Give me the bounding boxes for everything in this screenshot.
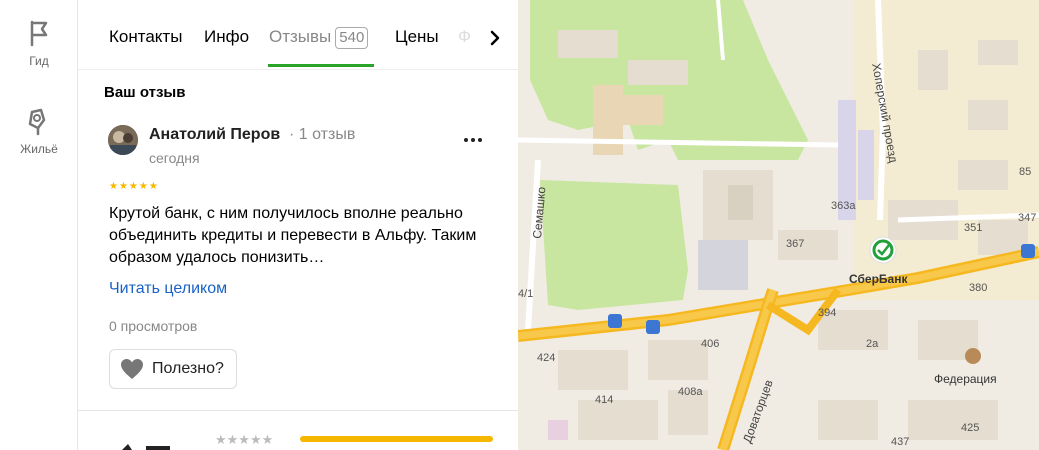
- flag-icon: [30, 20, 48, 47]
- chevron-right-icon: [490, 30, 500, 46]
- tab-contacts[interactable]: Контакты: [109, 27, 182, 47]
- more-options-button[interactable]: [460, 130, 486, 150]
- tab-bar: Контакты Инфо Отзывы 540 Цены Ф: [78, 0, 518, 70]
- tab-info[interactable]: Инфо: [204, 27, 249, 47]
- poi-sberbank[interactable]: СберБанк: [849, 272, 907, 286]
- rail-housing[interactable]: Жильё: [0, 106, 78, 156]
- rail-guide[interactable]: Гид: [0, 18, 78, 68]
- author-reviews-count: · 1 отзыв: [289, 126, 356, 143]
- house-number: 437: [891, 436, 910, 448]
- tab-reviews[interactable]: Отзывы 540: [269, 27, 369, 49]
- rating-row-stars: ★★★★★: [215, 432, 274, 447]
- review-author[interactable]: Анатолий Перов: [149, 126, 280, 144]
- house-number: 406: [701, 338, 720, 350]
- org-panel: Контакты Инфо Отзывы 540 Цены Ф Ваш отзыв…: [78, 0, 518, 450]
- map[interactable]: Хоперский проезд Семашко Доваторцев 85 3…: [518, 0, 1039, 450]
- tab-faded[interactable]: Ф: [458, 27, 471, 47]
- section-divider: [78, 410, 518, 411]
- house-number: 367: [786, 238, 805, 250]
- house-number: 363a: [831, 200, 856, 212]
- house-number: 414: [595, 394, 614, 406]
- tabs-next-button[interactable]: [482, 25, 508, 51]
- your-review-title: Ваш отзыв: [104, 84, 186, 101]
- house-number: 424: [537, 352, 556, 364]
- tab-prices[interactable]: Цены: [395, 27, 439, 47]
- active-tab-indicator: [268, 64, 374, 67]
- house-number: 351: [964, 222, 983, 234]
- avatar-image: [108, 125, 138, 155]
- review-text: Крутой банк, с ним получилось вполне реа…: [109, 205, 477, 266]
- house-key-icon: [28, 108, 46, 136]
- house-number: 85: [1019, 166, 1032, 178]
- helpful-button[interactable]: Полезно?: [109, 349, 237, 389]
- avatar[interactable]: [108, 125, 138, 155]
- read-more-link[interactable]: Читать целиком: [109, 280, 227, 298]
- house-number: 408a: [678, 386, 703, 398]
- rail-housing-label: Жильё: [20, 142, 58, 156]
- house-number: 2a: [866, 338, 879, 350]
- rail-guide-label: Гид: [29, 54, 49, 68]
- house-number: 394: [818, 307, 837, 319]
- heart-icon: [121, 359, 143, 379]
- rating-distribution-bar: [300, 436, 493, 442]
- house-number: 347: [1018, 212, 1037, 224]
- house-number: 4/1: [518, 288, 534, 300]
- house-number: 380: [969, 282, 988, 294]
- views-count: 0 просмотров: [109, 318, 198, 334]
- poi-federation[interactable]: Федерация: [934, 372, 997, 386]
- left-rail: Гид Жильё: [0, 0, 78, 450]
- cut-off-content: [122, 444, 170, 450]
- review-date: сегодня: [149, 150, 200, 166]
- house-number: 425: [961, 422, 980, 434]
- more-dots-icon: [464, 138, 482, 142]
- reviews-count-badge: 540: [335, 27, 369, 49]
- review-stars: ★★★★★: [109, 181, 159, 192]
- helpful-label: Полезно?: [152, 360, 224, 377]
- tab-reviews-label: Отзывы: [269, 27, 332, 46]
